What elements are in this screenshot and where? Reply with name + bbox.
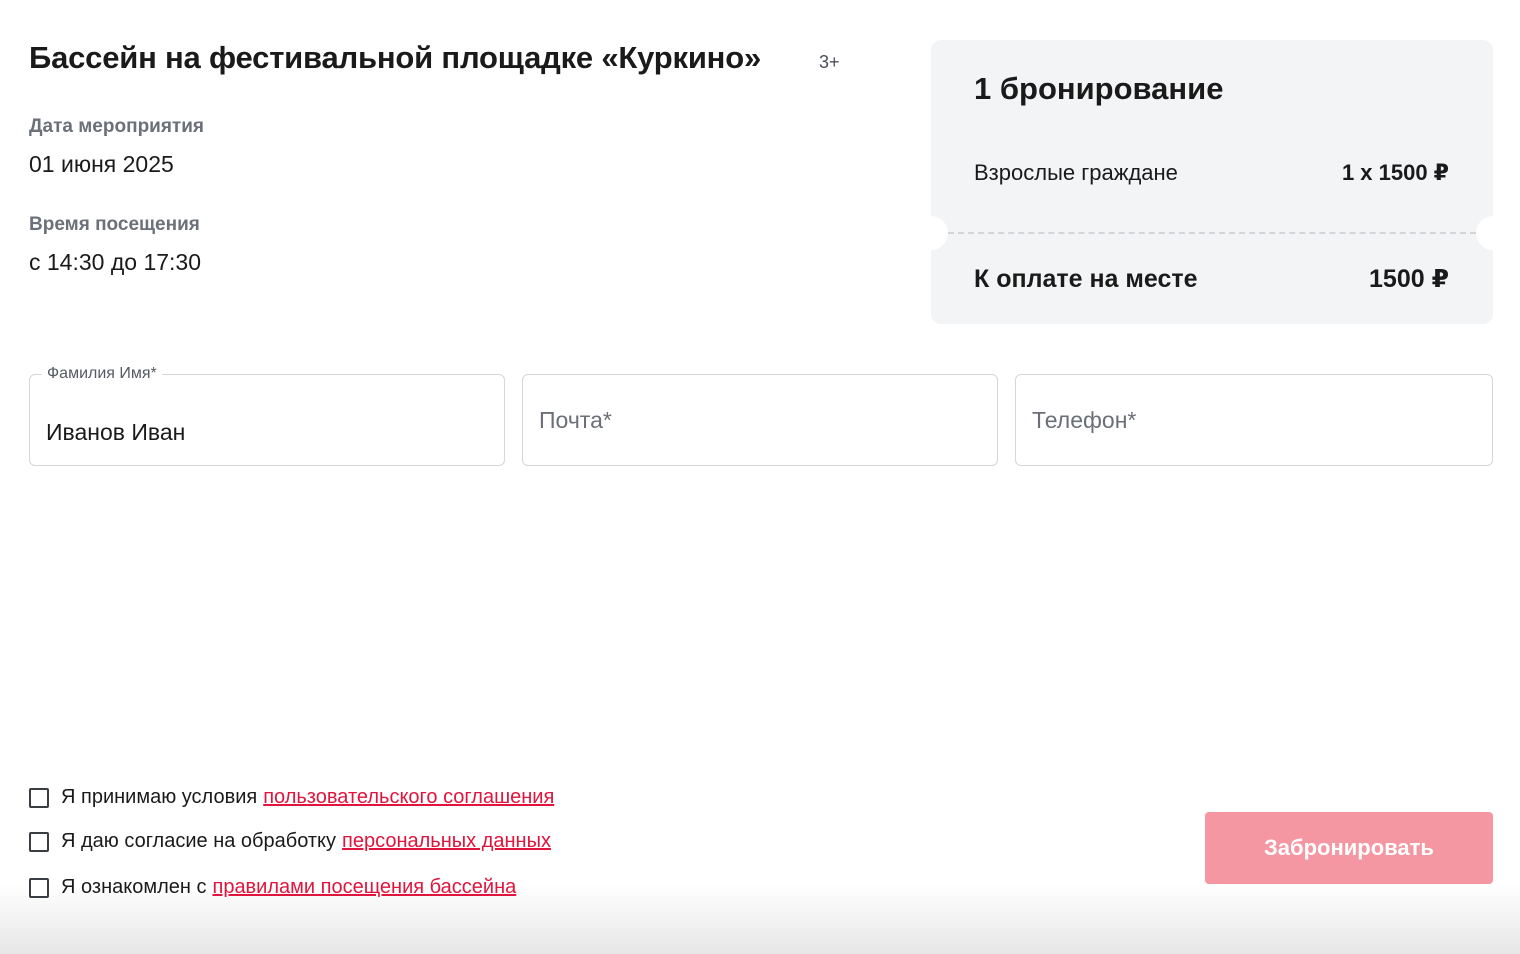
consent-terms: Я принимаю условия пользовательского сог…	[29, 786, 554, 809]
name-input[interactable]	[46, 387, 488, 477]
booking-summary-card: 1 бронирование Взрослые граждане 1 х 150…	[914, 40, 1510, 324]
consent-personal-data: Я даю согласие на обработку персональных…	[29, 830, 551, 853]
personal-data-link[interactable]: персональных данных	[342, 830, 551, 853]
total-row: К оплате на месте 1500 ₽	[974, 264, 1449, 294]
ticket-row: Взрослые граждане 1 х 1500 ₽	[974, 160, 1449, 186]
date-label: Дата мероприятия	[29, 116, 205, 137]
time-value: с 14:30 до 17:30	[29, 249, 201, 275]
ticket-divider	[948, 232, 1476, 234]
terms-link[interactable]: пользовательского соглашения	[263, 786, 554, 809]
book-button[interactable]: Забронировать	[1205, 812, 1493, 884]
personal-data-checkbox[interactable]	[29, 831, 49, 852]
name-field-label: Фамилия Имя*	[42, 366, 162, 382]
terms-checkbox[interactable]	[29, 787, 49, 808]
consent-pool-rules: Я ознакомлен с правилами посещения бассе…	[29, 876, 516, 899]
ticket-notch-left	[914, 216, 948, 250]
personal-data-text: Я даю согласие на обработку	[61, 830, 337, 852]
time-label: Время посещения	[29, 214, 200, 235]
pool-rules-checkbox[interactable]	[29, 877, 49, 898]
summary-title: 1 бронирование	[974, 71, 1224, 106]
ticket-notch-right	[1476, 216, 1510, 250]
terms-text: Я принимаю условия	[61, 786, 258, 808]
phone-field[interactable]	[1015, 374, 1493, 466]
date-value: 01 июня 2025	[29, 151, 174, 177]
pool-rules-text: Я ознакомлен с	[61, 876, 207, 898]
event-title: Бассейн на фестивальной площадке «Куркин…	[29, 40, 761, 75]
total-label: К оплате на месте	[974, 264, 1198, 293]
ticket-price: 1 х 1500 ₽	[1341, 160, 1449, 185]
ticket-type: Взрослые граждане	[974, 160, 1178, 185]
email-input[interactable]	[539, 375, 981, 465]
total-value: 1500 ₽	[1369, 265, 1449, 293]
email-field[interactable]	[522, 374, 998, 466]
age-rating-badge: 3+	[819, 52, 840, 72]
name-field[interactable]: Фамилия Имя*	[29, 366, 505, 477]
phone-input[interactable]	[1032, 375, 1476, 465]
pool-rules-link[interactable]: правилами посещения бассейна	[212, 876, 516, 899]
